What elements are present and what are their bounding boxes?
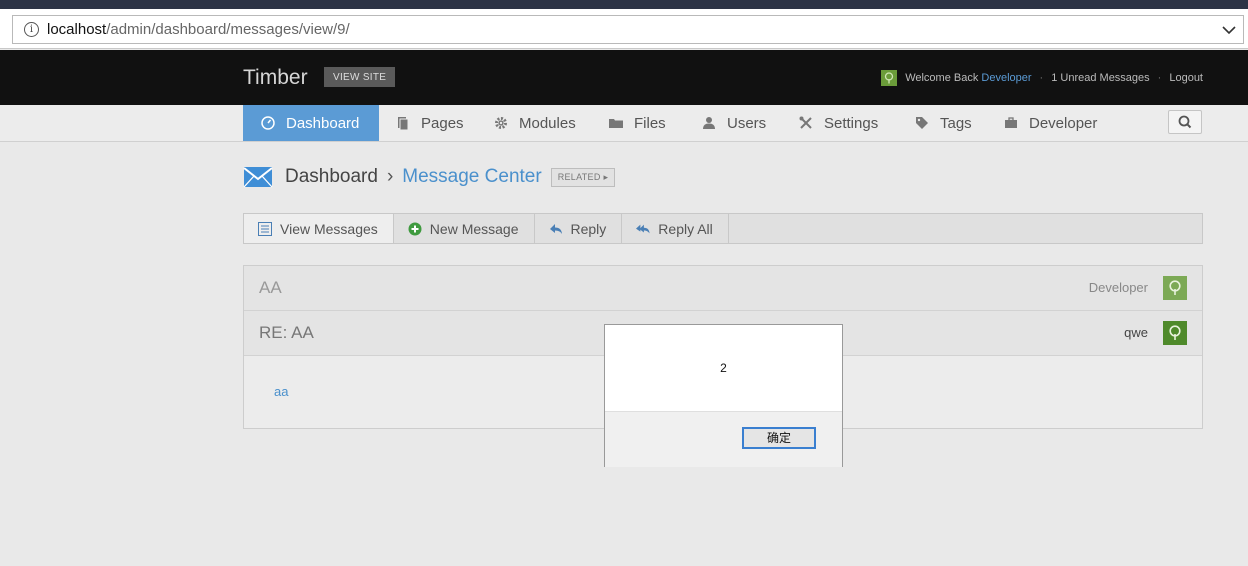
search-icon: [1178, 115, 1192, 129]
view-messages-label: View Messages: [280, 220, 378, 237]
nav-item-pages[interactable]: Pages: [396, 105, 464, 141]
breadcrumb-current[interactable]: Message Center: [402, 166, 541, 188]
browser-address-bar: i localhost/admin/dashboard/messages/vie…: [0, 9, 1248, 49]
avatar: [881, 70, 898, 86]
avatar: [1163, 276, 1187, 300]
message-body[interactable]: aa: [274, 384, 288, 399]
avatar: [1163, 321, 1187, 345]
user-icon: [703, 117, 715, 129]
unread-messages-link[interactable]: 1 Unread Messages: [1051, 72, 1149, 84]
ok-button[interactable]: 确定: [742, 427, 816, 449]
separator-dot: ·: [1039, 72, 1044, 84]
alert-footer: 确定: [605, 411, 842, 467]
nav-label: Tags: [940, 114, 972, 132]
url-path: /admin/dashboard/messages/view/9/: [106, 21, 350, 38]
message-row[interactable]: AA Developer: [244, 266, 1202, 311]
nav-label: Developer: [1029, 114, 1098, 132]
tag-icon: [916, 117, 928, 129]
dashboard-icon: [261, 116, 275, 130]
nav-label: Users: [727, 114, 767, 132]
message-toolbar: View Messages New Message Reply Reply Al…: [243, 213, 1203, 244]
view-site-button[interactable]: VIEW SITE: [324, 67, 396, 87]
caret-right-icon: ▸: [603, 171, 609, 182]
brand-title[interactable]: Timber: [243, 66, 308, 90]
search-button[interactable]: [1168, 110, 1202, 134]
nav-label: Files: [634, 114, 666, 132]
related-button[interactable]: RELATED ▸: [550, 167, 616, 187]
nav-item-dashboard[interactable]: Dashboard: [243, 105, 380, 141]
nav-label: Dashboard: [286, 114, 360, 132]
pages-icon: [398, 117, 409, 130]
info-icon[interactable]: i: [24, 22, 39, 37]
tree-icon: [885, 72, 894, 84]
reply-button[interactable]: Reply: [535, 214, 623, 243]
reply-label: Reply: [570, 220, 607, 237]
reply-all-button[interactable]: Reply All: [622, 214, 729, 243]
reply-icon: [549, 223, 562, 234]
reply-all-label: Reply All: [658, 220, 713, 237]
url-field[interactable]: i localhost/admin/dashboard/messages/vie…: [12, 15, 1244, 44]
nav-item-developer[interactable]: Developer: [1004, 105, 1097, 141]
alert-message: 2: [720, 361, 727, 375]
breadcrumb: Dashboard › Message Center RELATED ▸: [243, 166, 616, 188]
user-welcome: Welcome Back Developer · 1 Unread Messag…: [881, 70, 1203, 86]
message-author: Developer: [1088, 280, 1148, 295]
url-text[interactable]: localhost/admin/dashboard/messages/view/…: [47, 21, 350, 38]
nav-item-modules[interactable]: Modules: [494, 105, 576, 141]
view-messages-button[interactable]: View Messages: [244, 214, 394, 243]
main-nav: Dashboard Pages Modules Files Users Sett…: [0, 105, 1248, 142]
tree-icon: [1169, 325, 1181, 340]
plus-circle-icon: [408, 222, 422, 235]
top-header: Timber VIEW SITE Welcome Back Developer …: [0, 50, 1248, 105]
nav-label: Modules: [519, 114, 576, 132]
new-message-label: New Message: [429, 220, 519, 237]
envelope-icon: [243, 167, 273, 188]
new-message-button[interactable]: New Message: [394, 214, 535, 243]
list-icon: [258, 221, 272, 236]
browser-top-strip: [0, 0, 1248, 9]
gear-icon: [495, 117, 507, 129]
nav-item-users[interactable]: Users: [702, 105, 766, 141]
nav-label: Pages: [421, 114, 464, 132]
nav-item-settings[interactable]: Settings: [799, 105, 878, 141]
tree-icon: [1169, 280, 1181, 295]
briefcase-icon: [1005, 117, 1017, 128]
welcome-text: Welcome Back: [905, 72, 979, 84]
nav-label: Settings: [824, 114, 879, 132]
message-subject: AA: [259, 278, 282, 297]
related-label: RELATED: [557, 171, 601, 182]
reply-all-icon: [636, 224, 650, 233]
tools-icon: [799, 116, 812, 129]
chevron-down-icon[interactable]: [1221, 22, 1237, 38]
message-author: qwe: [1124, 325, 1148, 340]
nav-item-tags[interactable]: Tags: [915, 105, 972, 141]
breadcrumb-root[interactable]: Dashboard: [285, 166, 378, 188]
user-link[interactable]: Developer: [981, 72, 1031, 84]
separator-dot: ·: [1157, 72, 1162, 84]
message-subject: RE: AA: [259, 323, 314, 342]
alert-dialog: 2 确定: [604, 324, 843, 467]
url-host: localhost: [47, 21, 107, 38]
nav-item-files[interactable]: Files: [609, 105, 666, 141]
logout-link[interactable]: Logout: [1169, 72, 1203, 84]
breadcrumb-separator: ›: [386, 166, 394, 187]
folder-icon: [609, 119, 623, 128]
